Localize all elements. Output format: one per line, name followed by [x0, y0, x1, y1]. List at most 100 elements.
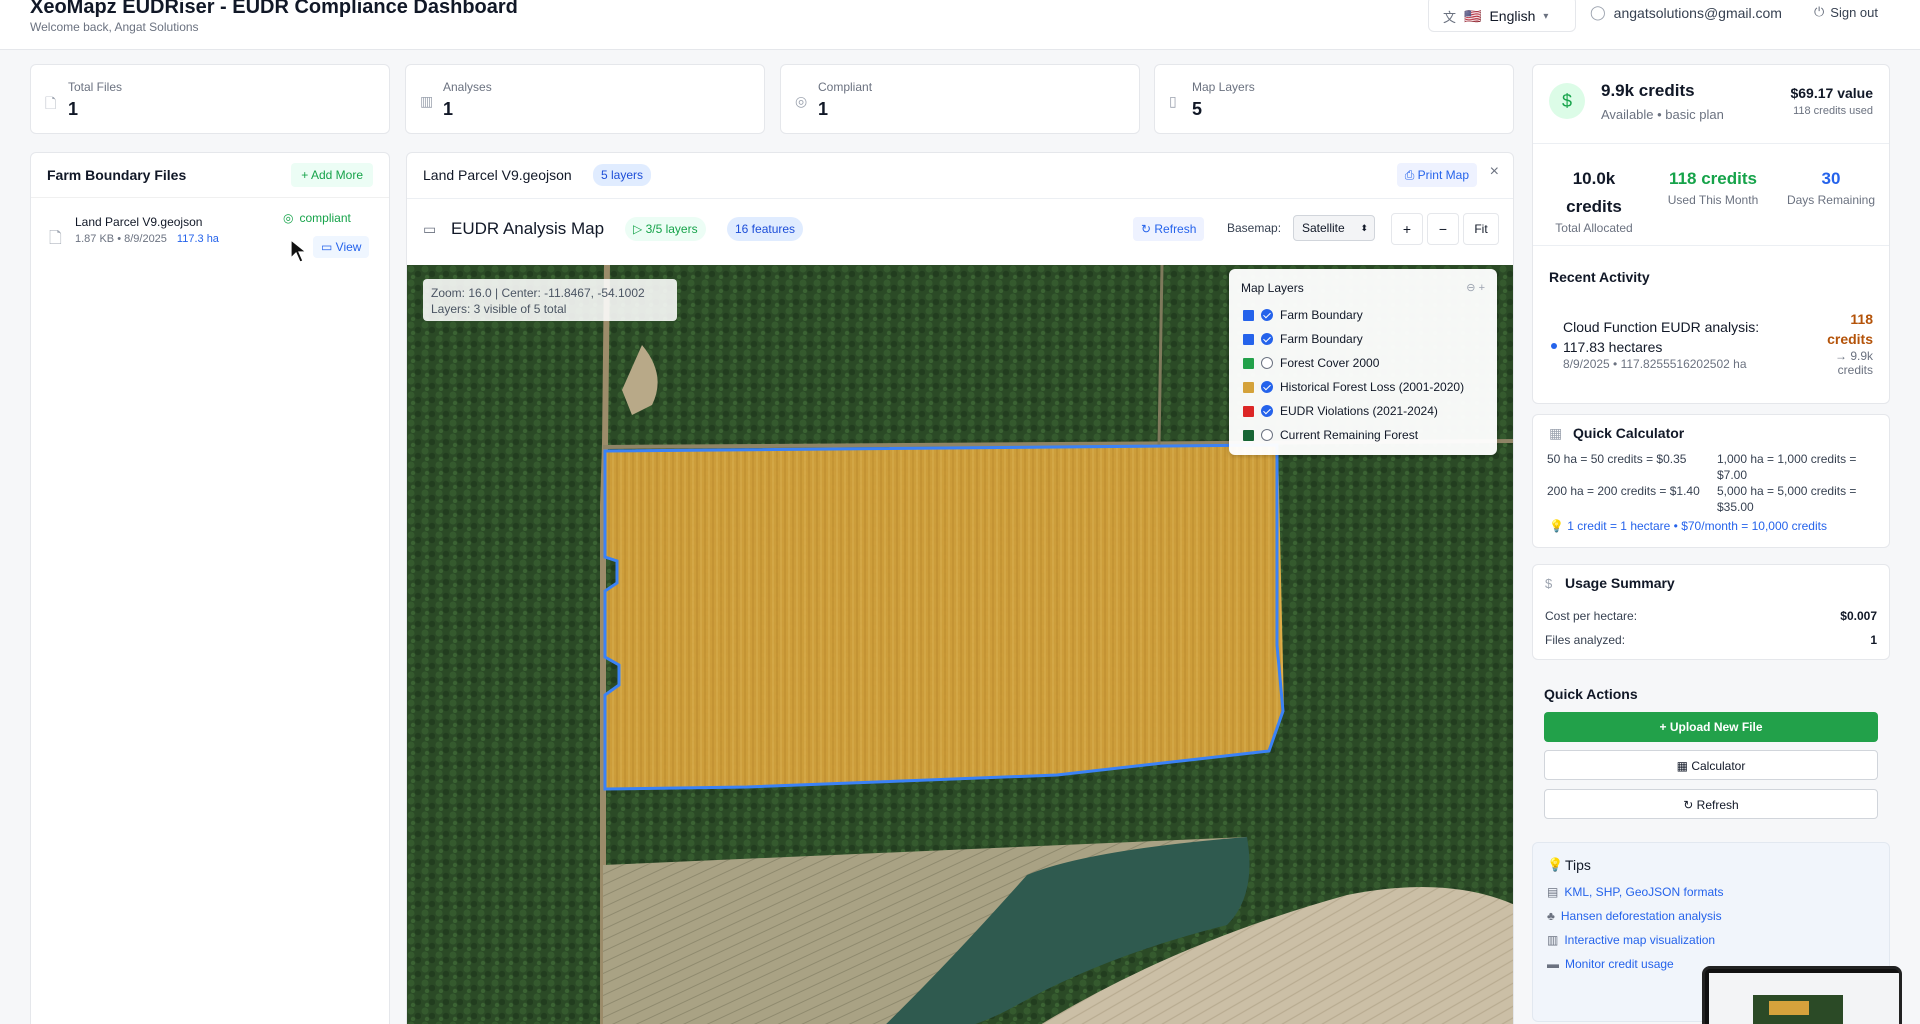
- tip-item[interactable]: ▤ KML, SHP, GeoJSON formats: [1547, 885, 1724, 899]
- usage-row-files: Files analyzed: 1: [1545, 633, 1877, 647]
- lightbulb-icon: 💡: [1549, 519, 1568, 533]
- divider: [1533, 245, 1889, 246]
- sign-out-label: Sign out: [1830, 4, 1878, 20]
- user-email: angatsolutions@gmail.com: [1613, 4, 1782, 21]
- tip-item[interactable]: ▬ Monitor credit usage: [1547, 957, 1674, 971]
- folder-icon: ▤: [1547, 885, 1559, 899]
- layer-checkbox[interactable]: [1261, 429, 1273, 441]
- layer-label: Current Remaining Forest: [1280, 428, 1419, 442]
- map-icon: ▥: [1547, 933, 1559, 947]
- stat-value: 1: [68, 99, 79, 119]
- print-map-button[interactable]: ⎙ Print Map: [1396, 163, 1477, 187]
- visible-layers-badge: ▷ 3/5 layers: [625, 217, 706, 241]
- view-button[interactable]: ▭ View: [313, 236, 370, 258]
- calc-row: 200 ha = 200 credits = $1.40: [1547, 484, 1700, 498]
- basemap-select[interactable]: Satellite ⬍: [1293, 215, 1375, 241]
- tip-label: Monitor credit usage: [1565, 957, 1674, 971]
- file-size-date: 1.87 KB • 8/9/2025: [75, 233, 167, 245]
- power-icon: ⏻: [1814, 4, 1825, 19]
- view-label: View: [335, 240, 362, 254]
- zoom-in-button[interactable]: +: [1391, 213, 1423, 245]
- calculator-note: 💡 1 credit = 1 hectare • $70/month = 10,…: [1549, 519, 1827, 533]
- tip-item[interactable]: ▥ Interactive map visualization: [1547, 933, 1715, 947]
- calculator-icon: ▦: [1549, 425, 1563, 441]
- language-selector[interactable]: 文 🇺🇸 English ▾: [1428, 0, 1576, 32]
- layer-checkbox[interactable]: [1261, 405, 1273, 417]
- flag-icon: 🇺🇸: [1464, 7, 1482, 24]
- stat-label: Map Layers: [1192, 80, 1255, 94]
- file-icon: 🗋: [45, 95, 57, 111]
- activity-dot: [1551, 343, 1557, 349]
- layer-label: Farm Boundary: [1280, 308, 1363, 322]
- plan-status: Available • basic plan: [1601, 107, 1724, 122]
- add-more-button[interactable]: + Add More: [291, 163, 373, 187]
- map-title: EUDR Analysis Map: [451, 219, 605, 238]
- layer-swatch: [1243, 381, 1254, 393]
- tip-label: KML, SHP, GeoJSON formats: [1564, 885, 1724, 899]
- layer-checkbox[interactable]: [1261, 357, 1273, 369]
- layer-item[interactable]: Forest Cover 2000: [1243, 355, 1379, 371]
- language-label: English: [1489, 8, 1536, 24]
- calc-row: 5,000 ha = 5,000 credits = $35.00: [1717, 484, 1857, 514]
- layers-panel-tools[interactable]: ⊖ +: [1466, 281, 1485, 294]
- usage-label: Files analyzed:: [1545, 633, 1626, 647]
- satellite-map[interactable]: Zoom: 16.0 | Center: -11.8467, -54.1002 …: [407, 265, 1513, 1024]
- layer-item[interactable]: Farm Boundary: [1243, 307, 1363, 323]
- activity-meta: 8/9/2025 • 117.8255516202502 ha: [1563, 357, 1747, 371]
- credits-available: 9.9k credits: [1601, 81, 1695, 100]
- stat-map-layers: ▯ Map Layers 5: [1154, 64, 1514, 134]
- calculator-button[interactable]: ▦ Calculator: [1544, 750, 1878, 780]
- status-label: compliant: [299, 211, 351, 225]
- thumbnail-field: [1769, 1001, 1809, 1015]
- sign-out-button[interactable]: ⏻ Sign out: [1814, 4, 1878, 20]
- stat-label: Analyses: [443, 80, 492, 94]
- layer-label: Historical Forest Loss (2001-2020): [1280, 380, 1465, 394]
- layers-count-badge: 5 layers: [593, 164, 652, 186]
- layer-item[interactable]: Current Remaining Forest: [1243, 427, 1418, 443]
- panel-title: Farm Boundary Files: [47, 167, 187, 183]
- refresh-icon: ↻: [1683, 798, 1697, 812]
- close-icon[interactable]: ×: [1490, 163, 1499, 181]
- mouse-cursor: [290, 238, 308, 263]
- basemap-label: Basemap:: [1227, 221, 1282, 235]
- tip-label: Interactive map visualization: [1564, 933, 1716, 947]
- metric-days-remaining: 30 Days Remaining: [1783, 165, 1879, 208]
- activity-credits: 118 credits: [1827, 311, 1873, 347]
- farm-boundary-files-panel: Farm Boundary Files + Add More 🗋 Land Pa…: [30, 152, 390, 1024]
- app-title: XeoMapz EUDRiser - EUDR Compliance Dashb…: [30, 0, 518, 18]
- calculator-icon: ▦: [1676, 759, 1692, 773]
- metric-value: 10.0k credits: [1566, 169, 1622, 216]
- tip-item[interactable]: ♣ Hansen deforestation analysis: [1547, 909, 1722, 923]
- layer-checkbox[interactable]: [1261, 333, 1273, 345]
- divider: [31, 197, 389, 198]
- dollar-icon: $: [1545, 576, 1553, 591]
- map-icon: ▭: [321, 240, 336, 254]
- refresh-button[interactable]: ↻ Refresh: [1544, 789, 1878, 819]
- map-icon: ▭: [423, 221, 437, 237]
- upload-new-file-button[interactable]: + Upload New File: [1544, 712, 1878, 742]
- screen-preview-thumbnail[interactable]: [1702, 966, 1902, 1024]
- fit-button[interactable]: Fit: [1463, 213, 1499, 245]
- credits-value: $69.17 value: [1790, 85, 1873, 101]
- credits-card: $ 9.9k credits Available • basic plan $6…: [1532, 64, 1890, 404]
- layer-checkbox[interactable]: [1261, 381, 1273, 393]
- layer-label: EUDR Violations (2021-2024): [1280, 404, 1438, 418]
- map-refresh-button[interactable]: ↻ Refresh: [1133, 217, 1205, 241]
- tip-label: Hansen deforestation analysis: [1560, 909, 1722, 923]
- layer-item[interactable]: Historical Forest Loss (2001-2020): [1243, 379, 1464, 395]
- file-name: Land Parcel V9.geojson: [75, 215, 203, 229]
- metric-used-month: 118 credits Used This Month: [1657, 165, 1769, 208]
- layer-checkbox[interactable]: [1261, 309, 1273, 321]
- layer-item[interactable]: Farm Boundary: [1243, 331, 1363, 347]
- metric-value: 30: [1821, 169, 1841, 188]
- thumbnail-content: [1709, 973, 1899, 1024]
- user-icon: ◯: [1590, 4, 1606, 20]
- user-account[interactable]: ◯ angatsolutions@gmail.com: [1590, 4, 1782, 21]
- check-circle-icon: ◎: [283, 211, 294, 225]
- bar-chart-icon: ▥: [420, 93, 434, 109]
- chevron-down-icon: ▾: [1543, 10, 1549, 22]
- zoom-out-button[interactable]: −: [1427, 213, 1459, 245]
- layer-item[interactable]: EUDR Violations (2021-2024): [1243, 403, 1438, 419]
- stat-value: 1: [443, 99, 454, 119]
- layer-swatch: [1243, 405, 1254, 417]
